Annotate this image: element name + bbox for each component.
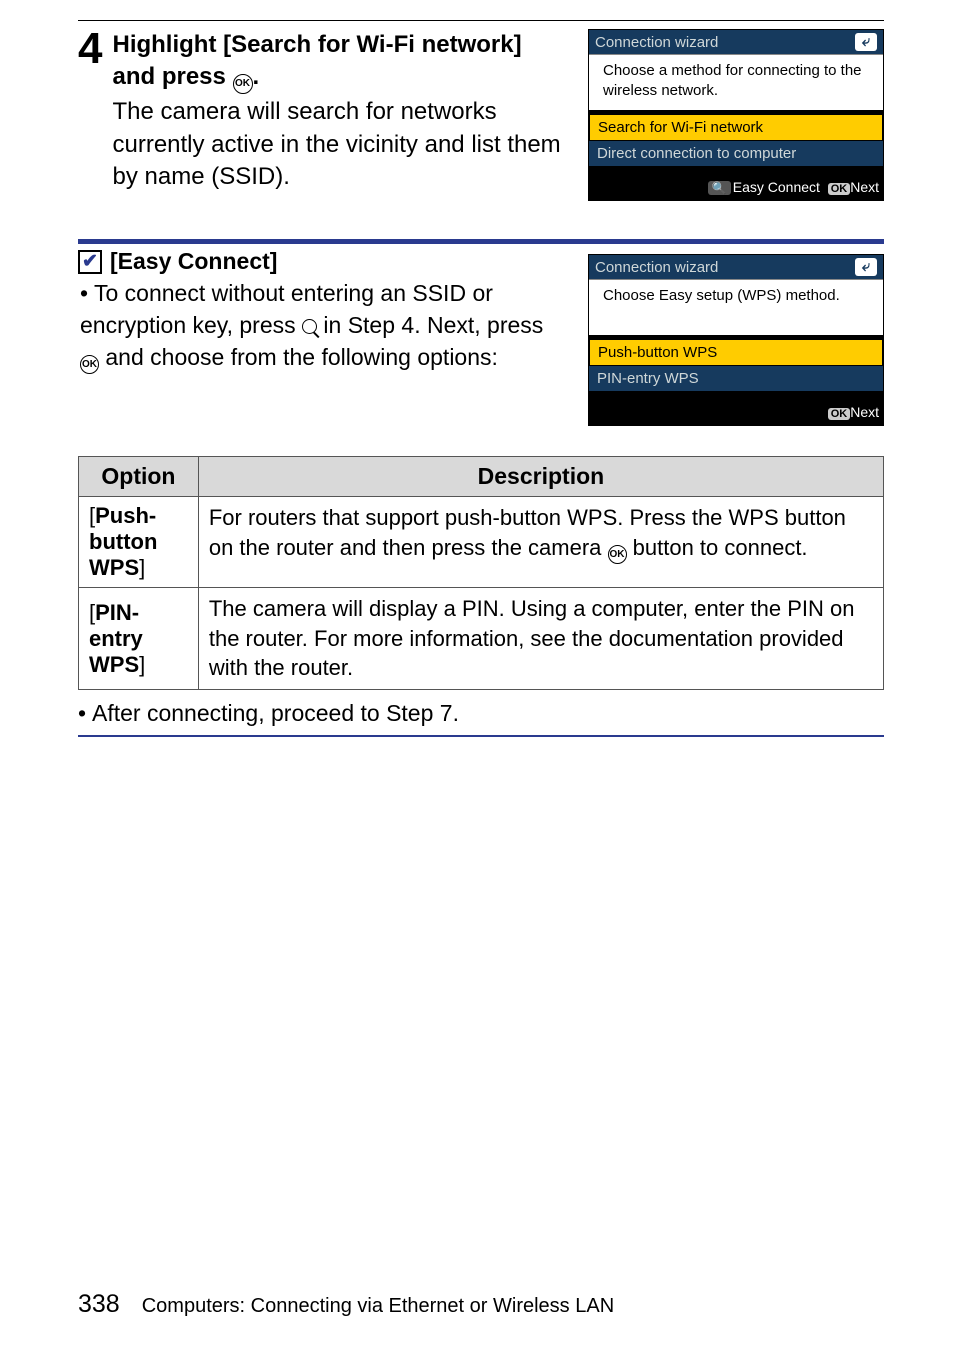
back-icon-2: ⤶ [855,258,877,276]
ok-icon-table: OK [608,545,627,564]
ss1-footer: 🔍Easy Connect OKNext [589,176,883,200]
ss2-row-other: PIN-entry WPS [589,366,883,391]
ss1-footer-easy: Easy Connect [733,179,820,195]
step-block: 4 Highlight [Search for Wi-Fi network] a… [78,29,884,201]
callout-top-rule [78,239,884,244]
ss2-row-selected: Push-button WPS [589,339,883,366]
opt2-label: [PIN-entry WPS] [79,588,199,690]
ok-icon: OK [233,74,253,94]
th-desc: Description [198,457,883,497]
th-option: Option [79,457,199,497]
screenshot-connection-wizard-2: Connection wizard ⤶ Choose Easy setup (W… [588,254,884,426]
after-connecting-note: •After connecting, proceed to Step 7. [78,700,884,727]
ok-key-icon: OK [828,183,851,195]
callout-line2: in Step 4. Next, press [317,312,543,338]
callout-body: •To connect without entering an SSID or … [78,277,560,374]
step-desc: The camera will search for networks curr… [112,96,568,193]
step-number: 4 [78,27,102,71]
step-title-part1: Highlight [Search for Wi-Fi network] and… [112,31,521,90]
screenshot-connection-wizard-1: Connection wizard ⤶ Choose a method for … [588,29,884,201]
ss2-title: Connection wizard [595,259,718,276]
ok-icon-inline: OK [80,355,99,374]
ss1-msg: Choose a method for connecting to the wi… [589,54,883,110]
table-row: [PIN-entry WPS] The camera will display … [79,588,884,690]
step-title-part2: . [253,63,260,90]
top-rule [78,20,884,21]
step-title: Highlight [Search for Wi-Fi network] and… [112,29,568,94]
ok-key-icon-2: OK [828,408,851,420]
ss2-msg: Choose Easy setup (WPS) method. [589,279,883,335]
section-title: Computers: Connecting via Ethernet or Wi… [142,1295,614,1318]
opt1-label: [Push-button WPS] [79,497,199,588]
ss1-row-other: Direct connection to computer [589,141,883,166]
ss1-title: Connection wizard [595,34,718,51]
ss2-footer-next: Next [850,404,879,420]
magnify-key-icon: 🔍 [708,181,731,195]
opt1-desc: For routers that support push-button WPS… [198,497,883,588]
page-number: 338 [78,1290,120,1319]
callout-title: [Easy Connect] [110,248,277,275]
opt2-desc: The camera will display a PIN. Using a c… [198,588,883,690]
ss1-footer-next: Next [850,179,879,195]
check-icon: ✔ [78,250,102,274]
page-footer: 338 Computers: Connecting via Ethernet o… [78,1290,614,1319]
ss1-row-selected: Search for Wi-Fi network [589,114,883,141]
options-table: Option Description [Push-button WPS] For… [78,456,884,690]
easy-connect-callout: ✔ [Easy Connect] •To connect without ent… [78,239,884,737]
callout-bottom-rule [78,735,884,737]
ss2-footer: OKNext [589,401,883,425]
back-icon: ⤶ [855,33,877,51]
table-row: [Push-button WPS] For routers that suppo… [79,497,884,588]
magnify-icon [302,319,317,334]
callout-line3: and choose from the following options: [99,344,498,370]
